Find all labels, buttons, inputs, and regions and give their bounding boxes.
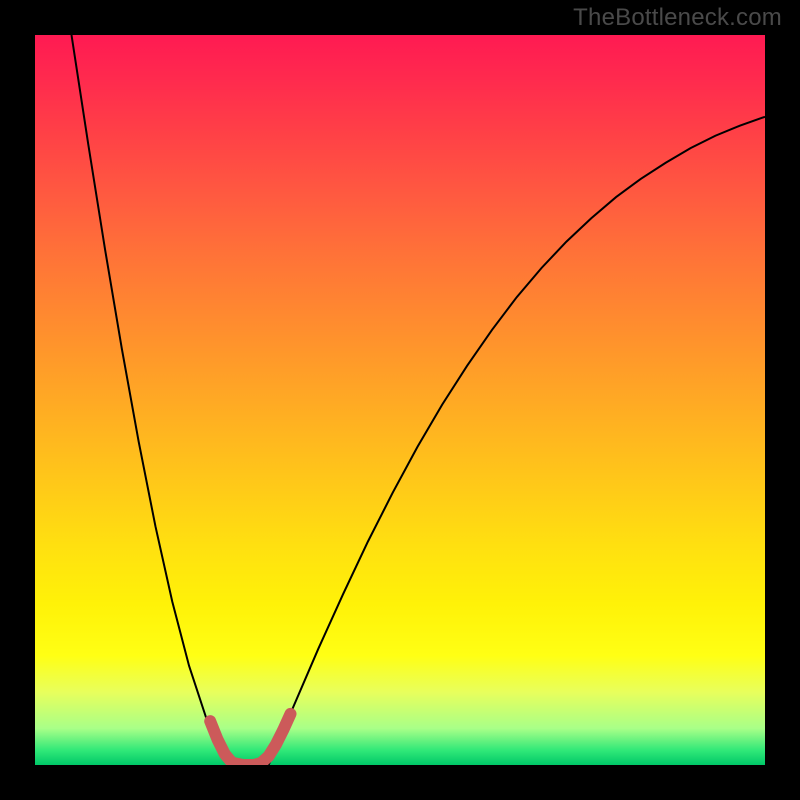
chart-svg [35, 35, 765, 765]
chart-frame: TheBottleneck.com [0, 0, 800, 800]
series-left-branch [72, 35, 233, 765]
watermark-text: TheBottleneck.com [573, 4, 782, 32]
series-right-branch [269, 117, 765, 765]
plot-area [35, 35, 765, 765]
series-valley-marker [210, 714, 290, 765]
